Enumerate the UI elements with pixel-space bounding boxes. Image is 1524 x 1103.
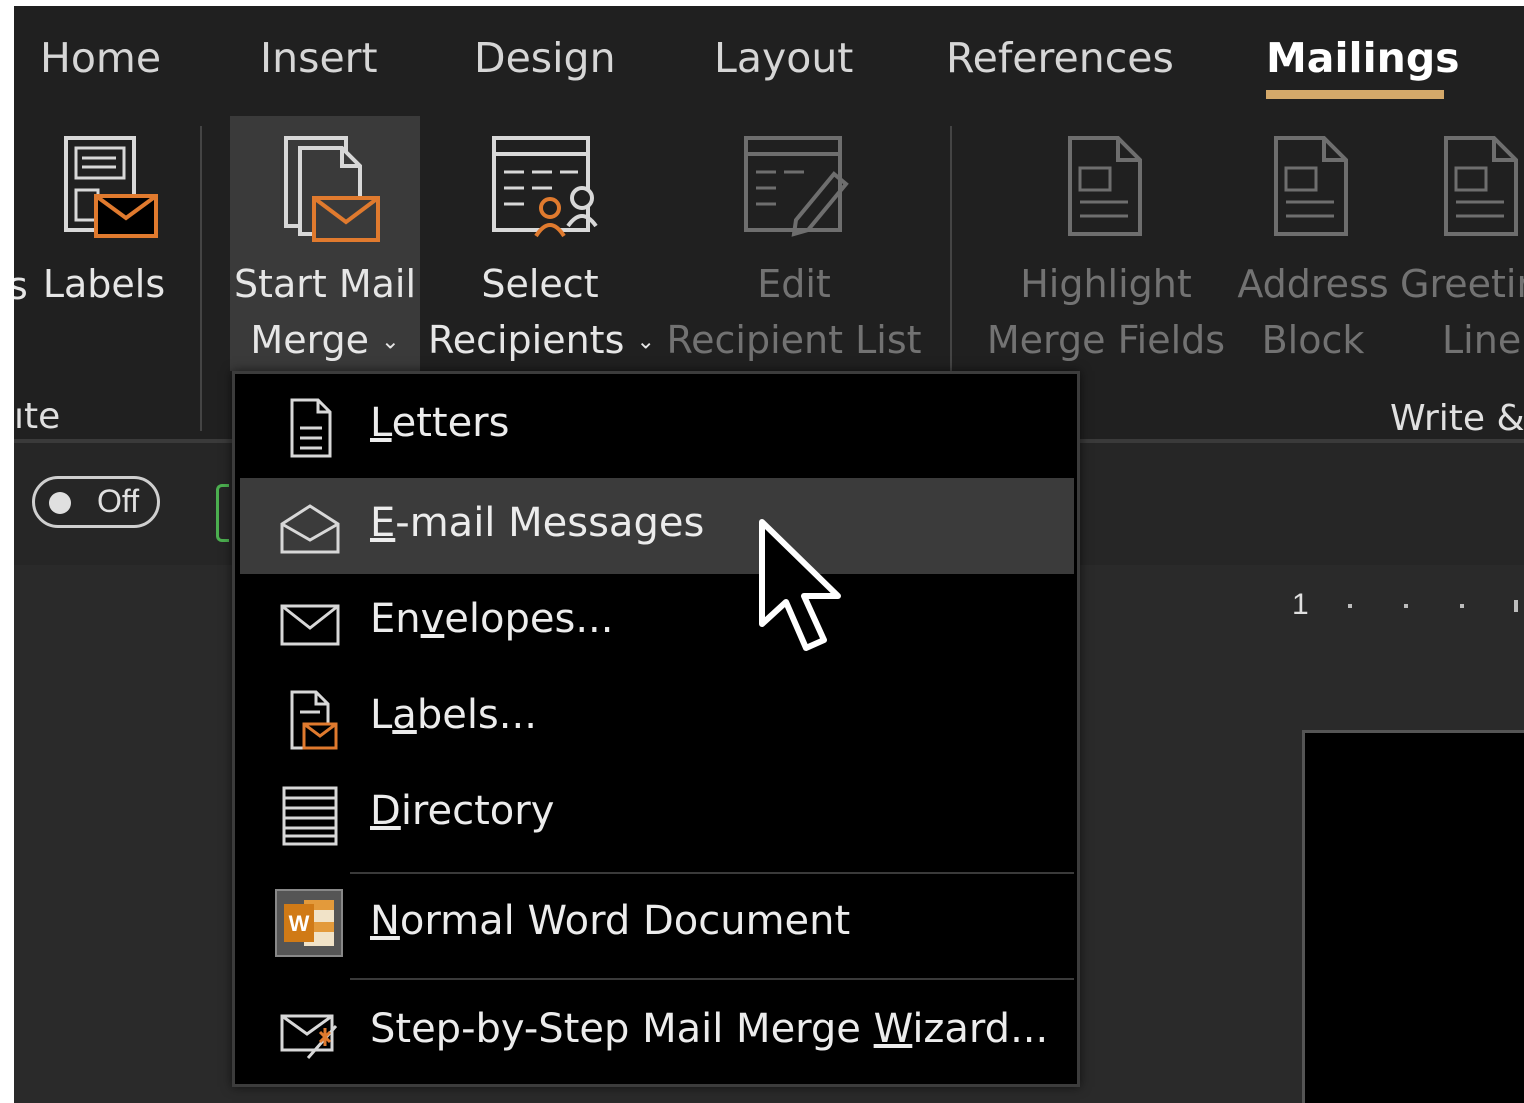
group-separator — [200, 126, 202, 431]
accelerator-key: E — [370, 500, 396, 546]
labels-icon — [290, 690, 338, 750]
chevron-down-icon: ⌄ — [381, 329, 400, 355]
word-icon: W — [275, 889, 343, 957]
green-indicator — [216, 484, 229, 542]
group-label-create: ıte — [14, 396, 61, 437]
menu-separator — [350, 978, 1074, 980]
select-recipients-icon — [492, 136, 598, 238]
tab-references[interactable]: References — [946, 34, 1174, 82]
accelerator-key: N — [370, 898, 400, 944]
menu-item-mail-merge-wizard[interactable]: Step-by-Step Mail Merge Wizard... — [240, 984, 1074, 1080]
ribbon-tabs: Home Insert Design Layout References Mai… — [14, 6, 1524, 116]
edit-recipient-list-button[interactable]: Edit Recipient List — [666, 116, 922, 371]
tab-layout[interactable]: Layout — [714, 34, 853, 82]
labels-button[interactable]: Labels — [34, 116, 174, 371]
address-block-label-line1: Address — [1237, 262, 1389, 306]
tab-design[interactable]: Design — [474, 34, 616, 82]
start-mail-merge-label-line2: Merge ⌄ — [230, 312, 420, 371]
open-envelope-icon — [280, 504, 340, 554]
chevron-down-icon: ⌄ — [636, 329, 655, 355]
toggle-switch[interactable]: Off — [32, 476, 160, 528]
group-label-write-insert: Write & — [1390, 398, 1524, 439]
select-recipients-button[interactable]: Select Recipients ⌄ — [428, 116, 655, 371]
greeting-line-icon — [1444, 136, 1518, 236]
ruler-tick — [1460, 604, 1464, 608]
greeting-line-button[interactable]: Greetir Line — [1400, 116, 1524, 371]
edit-recipient-list-label-line1: Edit — [757, 262, 831, 306]
menu-item-directory[interactable]: Directory — [240, 766, 1074, 862]
start-mail-merge-icon — [284, 136, 380, 242]
select-recipients-label-line1: Select — [481, 262, 599, 306]
tab-mailings[interactable]: Mailings — [1266, 34, 1460, 82]
highlight-merge-fields-button[interactable]: Highlight Merge Fields — [982, 116, 1230, 371]
start-mail-merge-menu: Letters E-mail Messages Envelopes... Lab… — [232, 371, 1080, 1087]
greeting-line-label-line1: Greetir — [1400, 262, 1524, 306]
menu-item-normal-word-document[interactable]: W Normal Word Document — [240, 876, 1074, 972]
menu-item-envelopes[interactable]: Envelopes... — [240, 574, 1074, 670]
menu-item-label: Normal Word Document — [370, 898, 851, 944]
wizard-icon — [280, 1014, 338, 1059]
active-tab-underline — [1266, 90, 1444, 99]
menu-item-label: Step-by-Step Mail Merge Wizard... — [370, 1006, 1049, 1052]
accelerator-key: a — [392, 692, 417, 738]
menu-item-label: Letters — [370, 400, 510, 446]
highlight-fields-icon — [1068, 136, 1142, 236]
labels-button-label: Labels — [42, 262, 166, 306]
menu-item-label: Labels... — [370, 692, 537, 738]
group-separator — [950, 126, 952, 376]
menu-item-email-messages[interactable]: E-mail Messages — [240, 478, 1074, 574]
accelerator-key: v — [420, 596, 445, 642]
ruler-tick — [1348, 604, 1352, 608]
svg-text:W: W — [289, 911, 310, 936]
select-recipients-label-text: Recipients — [428, 318, 625, 362]
start-mail-merge-button[interactable]: Start Mail Merge ⌄ — [230, 116, 420, 371]
labels-icon — [64, 136, 158, 238]
menu-item-letters[interactable]: Letters — [240, 378, 1074, 474]
document-page[interactable] — [1302, 730, 1524, 1103]
address-block-button[interactable]: Address Block — [1236, 116, 1390, 371]
ruler-tick — [1404, 604, 1408, 608]
menu-separator — [350, 872, 1074, 874]
accelerator-key: W — [873, 1006, 913, 1052]
document-icon — [290, 398, 332, 458]
edit-list-icon — [744, 136, 849, 237]
start-mail-merge-label-text: Merge — [250, 318, 370, 362]
menu-item-label: Directory — [370, 788, 555, 834]
ruler-tick — [1514, 600, 1518, 612]
menu-item-label: Envelopes... — [370, 596, 614, 642]
accelerator-key: L — [370, 400, 392, 446]
word-window: Home Insert Design Layout References Mai… — [14, 6, 1524, 1103]
address-block-label-line2: Block — [1261, 318, 1365, 362]
accelerator-key: D — [370, 788, 401, 834]
tab-insert[interactable]: Insert — [260, 34, 378, 82]
menu-item-label: E-mail Messages — [370, 500, 705, 546]
toggle-knob — [49, 492, 71, 514]
highlight-merge-fields-label-line1: Highlight — [1020, 262, 1192, 306]
address-block-icon — [1274, 136, 1348, 236]
partial-left-label: s — [14, 264, 28, 308]
envelope-icon — [280, 604, 340, 646]
tab-home[interactable]: Home — [40, 34, 161, 82]
mouse-cursor-icon — [759, 519, 841, 651]
highlight-merge-fields-label-line2: Merge Fields — [986, 318, 1226, 362]
ruler-number: 1 — [1292, 588, 1309, 621]
select-recipients-label-line2: Recipients ⌄ — [428, 312, 655, 371]
edit-recipient-list-label-line2: Recipient List — [666, 318, 922, 362]
menu-item-labels[interactable]: Labels... — [240, 670, 1074, 766]
greeting-line-label-line2: Line — [1442, 318, 1522, 362]
start-mail-merge-label-line1: Start Mail — [233, 262, 417, 306]
directory-icon — [282, 786, 338, 846]
toggle-label: Off — [97, 483, 140, 519]
